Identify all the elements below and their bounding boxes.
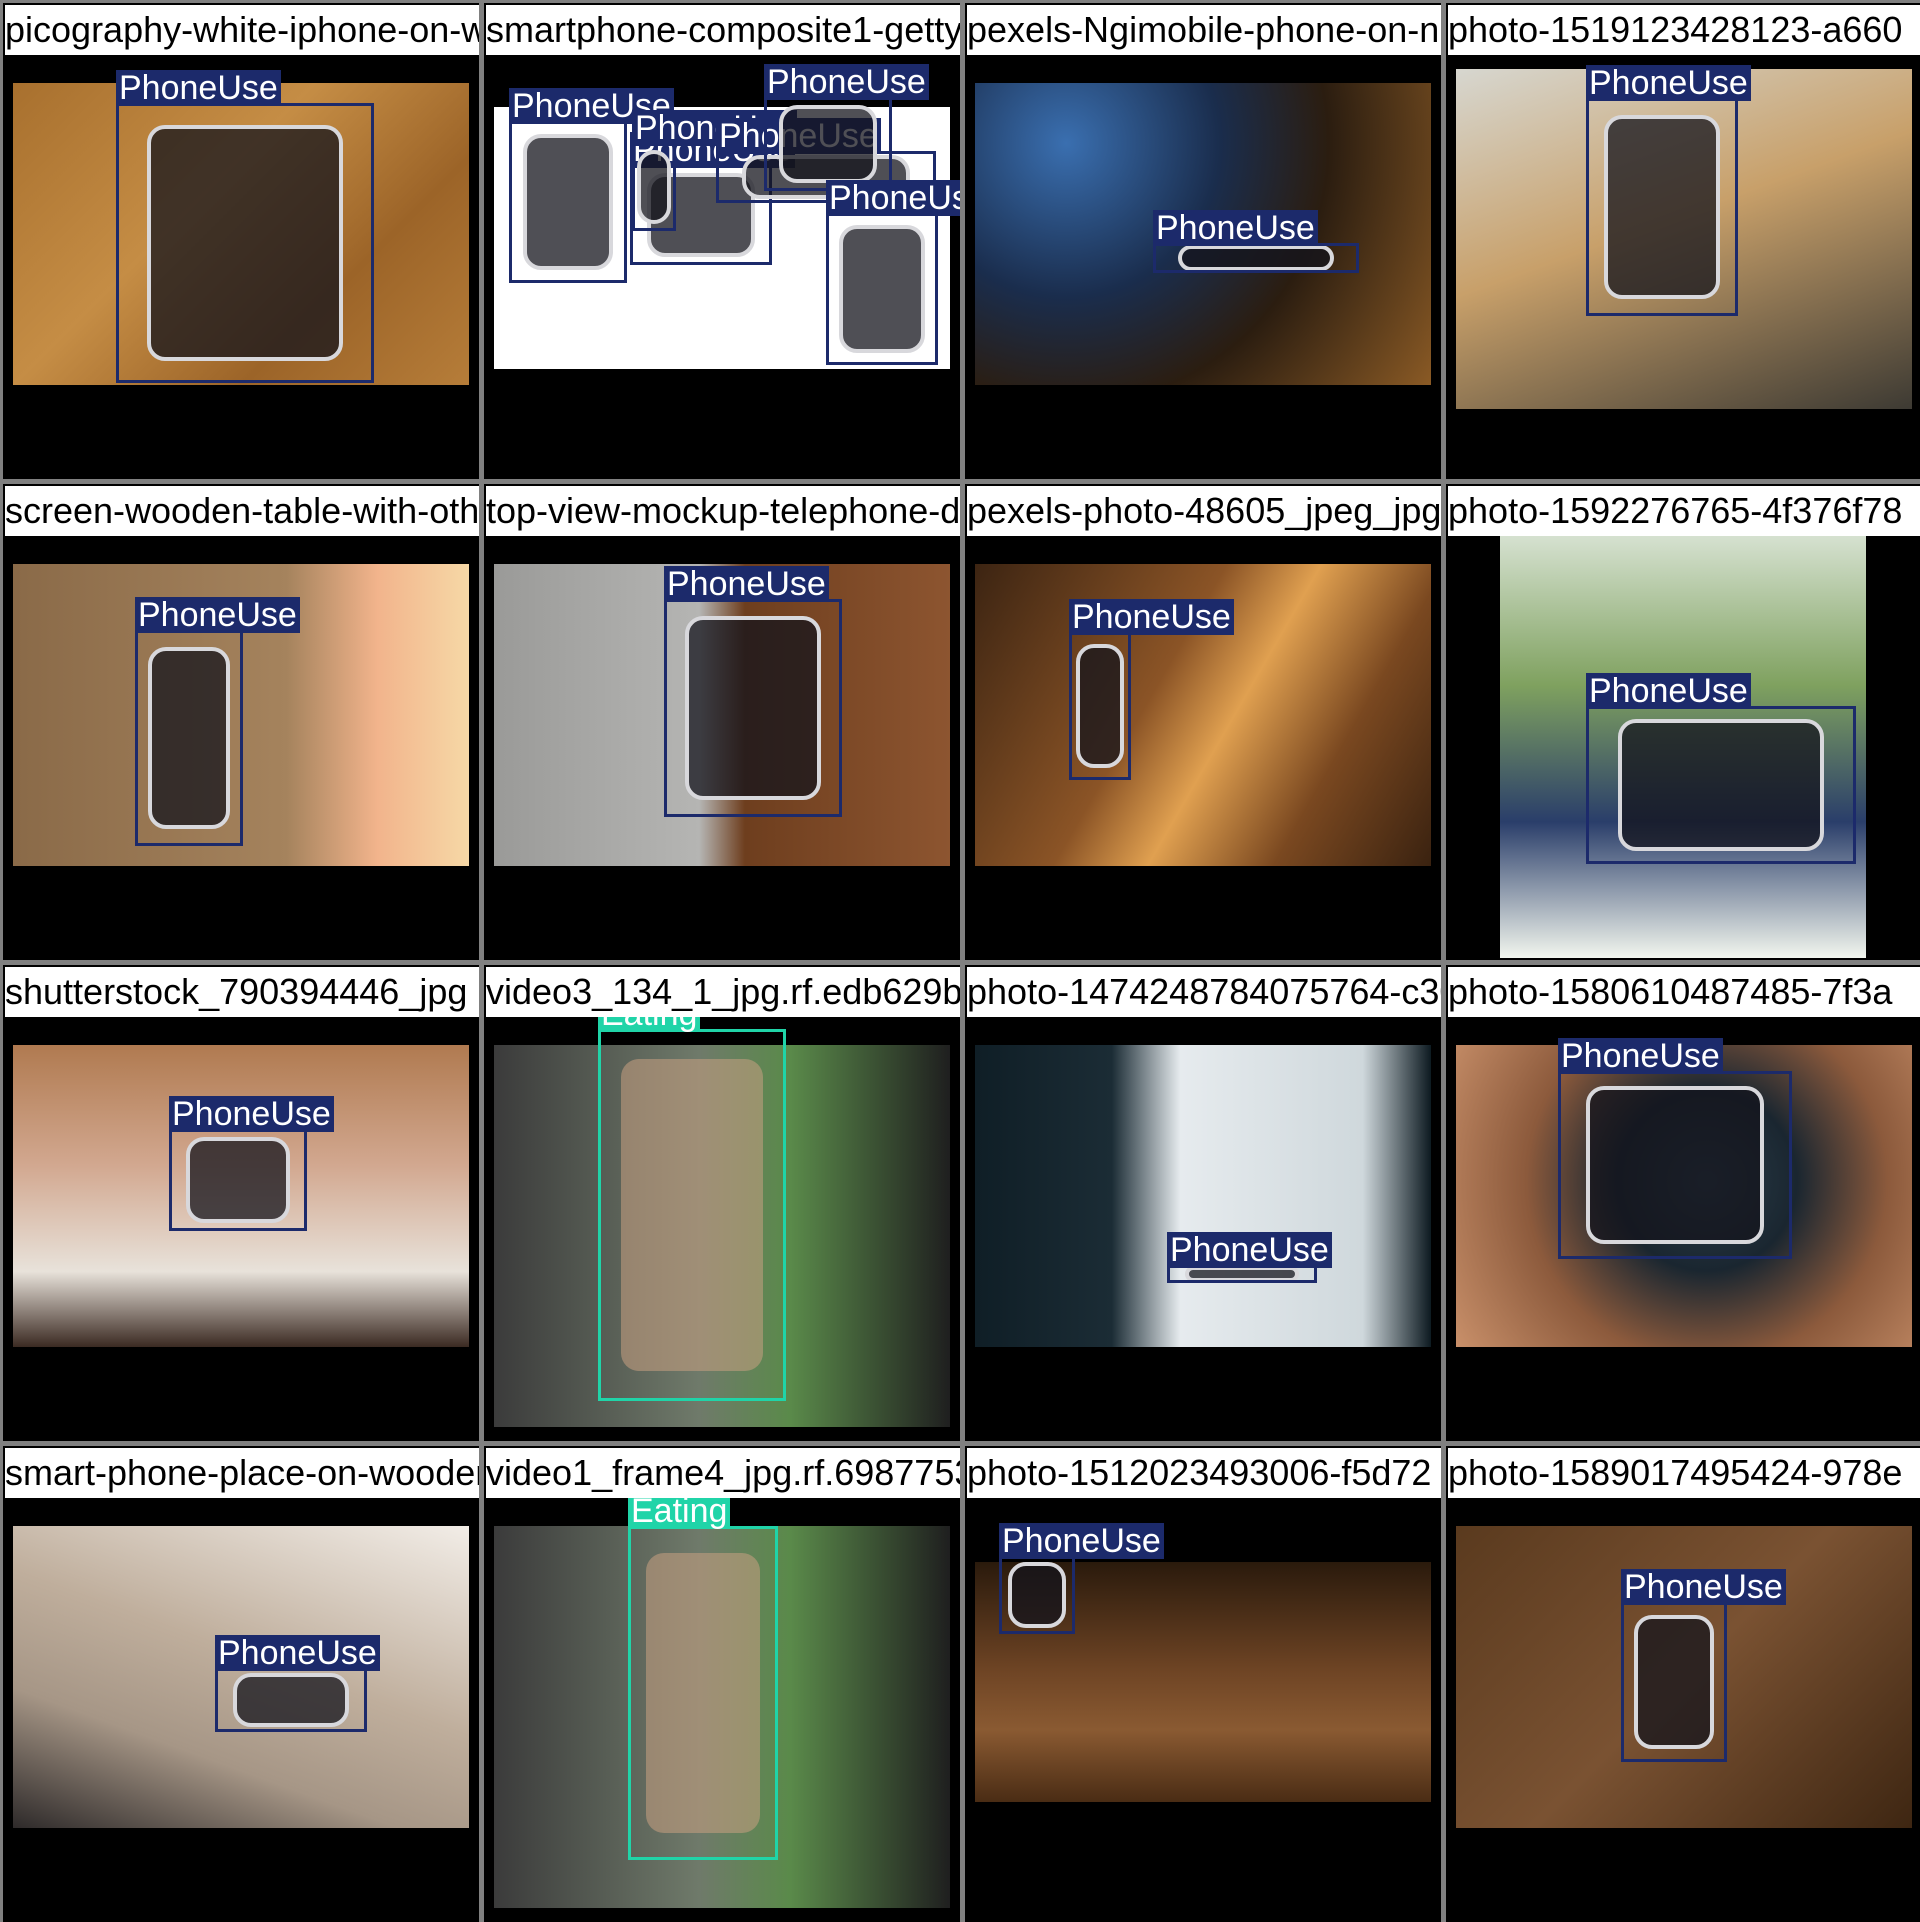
tile-filename: smart-phone-place-on-wooden-table: [5, 1448, 479, 1498]
tile-filename: top-view-mockup-telephone-device-screen: [486, 486, 960, 536]
tile-filename: photo-1592276765-4f376f78: [1448, 486, 1920, 536]
tile-filename: shutterstock_790394446_jpg: [5, 967, 479, 1017]
bbox-label: PhoneUse: [764, 64, 929, 100]
bbox-label: PhoneUse: [1167, 1232, 1332, 1268]
tile-filename: photo-1519123428123-a660: [1448, 5, 1920, 55]
phone-use-bbox: PhoneUse: [999, 1523, 1164, 1634]
bbox-label: PhoneUse: [135, 597, 300, 633]
bbox-label: PhoneUse: [215, 1635, 380, 1671]
result-tile: smartphone-composite1-gettyimages-1 Phone…: [484, 3, 960, 479]
phone-use-bbox: PhoneUse: [1167, 1232, 1332, 1283]
tile-filename: photo-1580610487485-7f3a: [1448, 967, 1920, 1017]
eating-bbox: Eating: [628, 1493, 778, 1860]
phone-use-bbox: PhoneUse: [215, 1635, 380, 1732]
result-tile: pexels-Ngimobile-phone-on-night-photo Pho…: [965, 3, 1441, 479]
result-tile: photo-1519123428123-a660 PhoneUse: [1446, 3, 1920, 479]
phone-use-bbox: PhoneUse: [664, 566, 842, 817]
result-tile: shutterstock_790394446_jpg PhoneUse: [3, 965, 479, 1441]
tile-filename: photo-1512023493006-f5d72: [967, 1448, 1441, 1498]
bbox-label: PhoneUse: [826, 180, 960, 216]
bbox-label: PhoneUse: [1621, 1569, 1786, 1605]
bbox-label: PhoneUse: [1586, 673, 1751, 709]
tile-filename: screen-wooden-table-with-other-accessori: [5, 486, 479, 536]
tile-filename: smartphone-composite1-gettyimages-1: [486, 5, 960, 55]
bbox-label: PhoneUse: [1558, 1038, 1723, 1074]
tile-filename: picography-white-iphone-on-wooden-table-: [5, 5, 479, 55]
phone-use-bbox: PhoneUse: [1153, 210, 1359, 273]
phone-use-bbox: PhoneUse: [1586, 65, 1751, 316]
detection-grid: picography-white-iphone-on-wooden-table-…: [0, 0, 1920, 1922]
tile-filename: pexels-photo-48605_jpeg_jpg.rf.: [967, 486, 1441, 536]
tile-filename: video1_frame4_jpg.rf.69877535d: [486, 1448, 960, 1498]
phone-use-bbox: PhoneUse: [116, 70, 374, 383]
bbox-label: PhoneUse: [169, 1096, 334, 1132]
result-tile: picography-white-iphone-on-wooden-table-…: [3, 3, 479, 479]
result-tile: pexels-photo-48605_jpeg_jpg.rf. PhoneUse: [965, 484, 1441, 960]
result-tile: smart-phone-place-on-wooden-table PhoneUs…: [3, 1446, 479, 1922]
phone-use-bbox: PhoneUse: [1558, 1038, 1792, 1259]
tile-filename: photo-1474248784075764-c30b: [967, 967, 1441, 1017]
bbox-label: Eating: [628, 1493, 731, 1529]
bbox-label: PhoneUse: [1069, 599, 1234, 635]
phone-use-bbox: PhoneUse: [1621, 1569, 1786, 1762]
phone-use-bbox: PhoneUse: [1069, 599, 1234, 780]
result-tile: photo-1474248784075764-c30b PhoneUse: [965, 965, 1441, 1441]
bbox-label: PhoneUse: [1586, 65, 1751, 101]
phone-use-bbox: PhoneUse: [135, 597, 300, 846]
tile-image: [975, 1045, 1431, 1347]
result-tile: top-view-mockup-telephone-device-screen P…: [484, 484, 960, 960]
phone-use-bbox: PhoneUse: [632, 110, 797, 231]
bbox-label: PhoneUse: [116, 70, 281, 106]
bbox-label: PhoneUse: [999, 1523, 1164, 1559]
phone-use-bbox: PhoneUse: [1586, 673, 1856, 864]
bbox-label: PhoneUse: [664, 566, 829, 602]
result-tile: video1_frame4_jpg.rf.69877535dEating: [484, 1446, 960, 1922]
tile-filename: pexels-Ngimobile-phone-on-night-photo: [967, 5, 1441, 55]
phone-use-bbox: PhoneUse: [764, 64, 929, 191]
tile-filename: video3_134_1_jpg.rf.edb629be2: [486, 967, 960, 1017]
phone-use-bbox: PhoneUse: [169, 1096, 334, 1231]
result-tile: photo-1580610487485-7f3a PhoneUse: [1446, 965, 1920, 1441]
result-tile: screen-wooden-table-with-other-accessori…: [3, 484, 479, 960]
result-tile: photo-1592276765-4f376f78 PhoneUse: [1446, 484, 1920, 960]
tile-filename: photo-1589017495424-978e: [1448, 1448, 1920, 1498]
result-tile: photo-1512023493006-f5d72 PhoneUse: [965, 1446, 1441, 1922]
eating-bbox: Eating: [598, 996, 786, 1401]
result-tile: photo-1589017495424-978e PhoneUse: [1446, 1446, 1920, 1922]
phone-use-bbox: PhoneUse: [826, 180, 960, 365]
result-tile: video3_134_1_jpg.rf.edb629be2Eating: [484, 965, 960, 1441]
phone-use-bbox: PhoneUse: [509, 88, 674, 283]
bbox-label: PhoneUse: [1153, 210, 1318, 246]
